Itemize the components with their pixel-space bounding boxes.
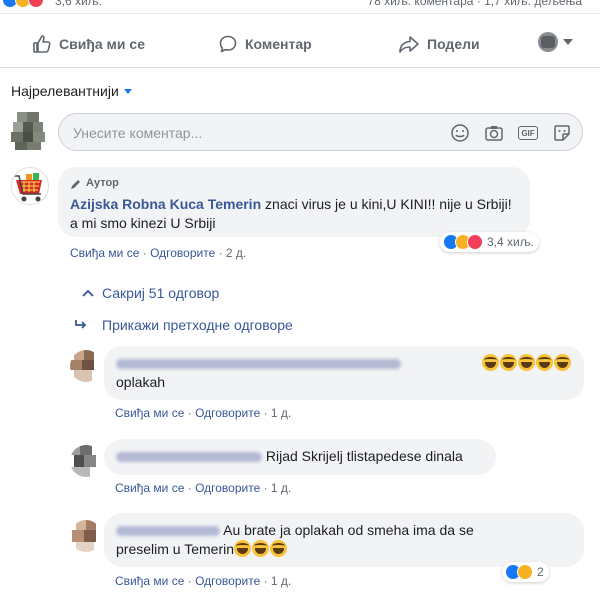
post-stats-strip: 3,6 хиљ. 78 хиљ. коментара · 1,7 хиљ. де… bbox=[0, 0, 600, 14]
reply-text-line-1: Au brate ja oplakah od smeha ima da se bbox=[223, 522, 474, 538]
comment-timestamp[interactable]: 2 д. bbox=[226, 246, 246, 260]
comment-input[interactable]: Унесите коментар... GIF bbox=[58, 113, 583, 151]
laughing-emoji-icon bbox=[252, 540, 270, 557]
post-reactions[interactable] bbox=[2, 0, 44, 8]
laughing-emoji-icon bbox=[554, 354, 571, 371]
show-previous-replies-link[interactable]: Прикажи претходне одговоре bbox=[74, 317, 293, 333]
speech-bubble-icon bbox=[219, 35, 237, 53]
haha-reaction-icon bbox=[517, 564, 533, 580]
reply-bubble: Rijad Skrijelj tlistapedese dinala bbox=[104, 439, 496, 475]
reply-actions: Свиђа ми се · Одговорите · 1 д. bbox=[115, 481, 292, 495]
author-comment-bubble: Аутор Azijska Robna Kuca Temerin znaci v… bbox=[58, 167, 530, 237]
comment-input-placeholder: Унесите коментар... bbox=[73, 125, 203, 141]
comment-reply-link[interactable]: Одговорите bbox=[150, 246, 215, 260]
share-button-label: Подели bbox=[427, 36, 480, 52]
laughing-emoji-icon bbox=[536, 354, 553, 371]
hide-replies-link[interactable]: Сакриј 51 одговор bbox=[82, 285, 219, 301]
comment-reply-link[interactable]: Одговорите bbox=[195, 574, 260, 588]
laughing-emoji-icon bbox=[518, 354, 535, 371]
reply-author-name[interactable] bbox=[116, 526, 220, 537]
comment-timestamp[interactable]: 1 д. bbox=[271, 406, 291, 420]
laughing-emoji-icon bbox=[500, 354, 517, 371]
laughing-emoji-icon bbox=[482, 354, 499, 371]
thumbs-up-icon bbox=[33, 35, 51, 53]
sticker-icon[interactable] bbox=[552, 123, 572, 143]
laughing-emoji-row bbox=[482, 354, 572, 373]
reply-actions: Свиђа ми се · Одговорите · 1 д. bbox=[115, 574, 292, 588]
comment-input-tools: GIF bbox=[436, 123, 572, 143]
reply-bubble: oplakah bbox=[104, 346, 584, 400]
comment-sort-label: Најрелевантнији bbox=[11, 83, 119, 99]
show-previous-replies-label: Прикажи претходне одговоре bbox=[102, 317, 293, 333]
like-button-label: Свиђа ми се bbox=[59, 36, 145, 52]
smiley-icon[interactable] bbox=[450, 123, 470, 143]
reply-actions: Свиђа ми се · Одговорите · 1 д. bbox=[115, 406, 292, 420]
love-reaction-icon bbox=[28, 0, 44, 8]
reply-bubble: Au brate ja oplakah od smeha ima da se p… bbox=[104, 513, 584, 567]
laughing-emoji-icon bbox=[234, 540, 252, 557]
comment-sort-dropdown[interactable]: Најрелевантнији bbox=[11, 83, 132, 99]
hide-replies-label: Сакриј 51 одговор bbox=[102, 285, 220, 301]
comment-reply-link[interactable]: Одговорите bbox=[195, 481, 260, 495]
author-comment-reactions[interactable]: 3,4 хиљ. bbox=[440, 232, 539, 252]
reply-text: Rijad Skrijelj tlistapedese dinala bbox=[265, 448, 463, 464]
author-comment-reaction-count: 3,4 хиљ. bbox=[487, 235, 534, 249]
post-reaction-count[interactable]: 3,6 хиљ. bbox=[55, 0, 102, 8]
comment-like-link[interactable]: Свиђа ми се bbox=[115, 574, 184, 588]
comment-like-link[interactable]: Свиђа ми се bbox=[115, 406, 184, 420]
share-arrow-icon bbox=[399, 36, 419, 53]
love-reaction-icon bbox=[467, 234, 483, 250]
chevron-down-icon bbox=[123, 88, 132, 94]
reply-text: oplakah bbox=[116, 374, 166, 390]
comment-button-label: Коментар bbox=[245, 36, 312, 52]
author-avatar[interactable] bbox=[11, 167, 49, 205]
viewer-avatar bbox=[538, 32, 558, 52]
camera-icon[interactable] bbox=[484, 123, 504, 143]
share-button[interactable]: Подели bbox=[398, 34, 480, 54]
comment-like-link[interactable]: Свиђа ми се bbox=[70, 246, 139, 260]
current-user-avatar bbox=[11, 112, 45, 150]
comment-button[interactable]: Коментар bbox=[218, 34, 312, 54]
reply-author-name[interactable] bbox=[116, 452, 262, 463]
laughing-emoji-icon bbox=[270, 540, 288, 557]
like-button[interactable]: Свиђа ми се bbox=[32, 34, 145, 54]
reply-text-line-2: preselim u Temerin bbox=[116, 541, 235, 557]
gif-icon[interactable]: GIF bbox=[518, 126, 538, 140]
post-as-selector[interactable] bbox=[538, 32, 573, 52]
author-comment-name[interactable]: Azijska Robna Kuca Temerin bbox=[70, 196, 261, 212]
comment-like-link[interactable]: Свиђа ми се bbox=[115, 481, 184, 495]
chevron-down-icon bbox=[563, 39, 573, 45]
author-badge: Аутор bbox=[70, 174, 518, 193]
comment-timestamp[interactable]: 1 д. bbox=[271, 574, 291, 588]
reply-avatar[interactable] bbox=[70, 445, 102, 477]
reply-avatar[interactable] bbox=[70, 520, 102, 552]
author-comment-actions: Свиђа ми се · Одговорите · 2 д. bbox=[70, 246, 247, 260]
author-badge-label: Аутор bbox=[86, 177, 119, 189]
reply-author-name[interactable] bbox=[116, 359, 401, 370]
chevron-up-icon bbox=[82, 289, 94, 297]
reply-avatar[interactable] bbox=[70, 350, 102, 382]
pencil-icon bbox=[71, 179, 80, 189]
comment-timestamp[interactable]: 1 д. bbox=[271, 481, 291, 495]
reply-reactions[interactable]: 2 bbox=[502, 562, 549, 582]
reply-reaction-count: 2 bbox=[537, 565, 544, 579]
post-action-bar: Свиђа ми се Коментар Подели bbox=[0, 22, 600, 68]
reply-arrow-icon bbox=[75, 320, 87, 329]
comment-reply-link[interactable]: Одговорите bbox=[195, 406, 260, 420]
post-comment-share-stats[interactable]: 78 хиљ. коментара · 1,7 хиљ. дељења bbox=[368, 0, 583, 8]
